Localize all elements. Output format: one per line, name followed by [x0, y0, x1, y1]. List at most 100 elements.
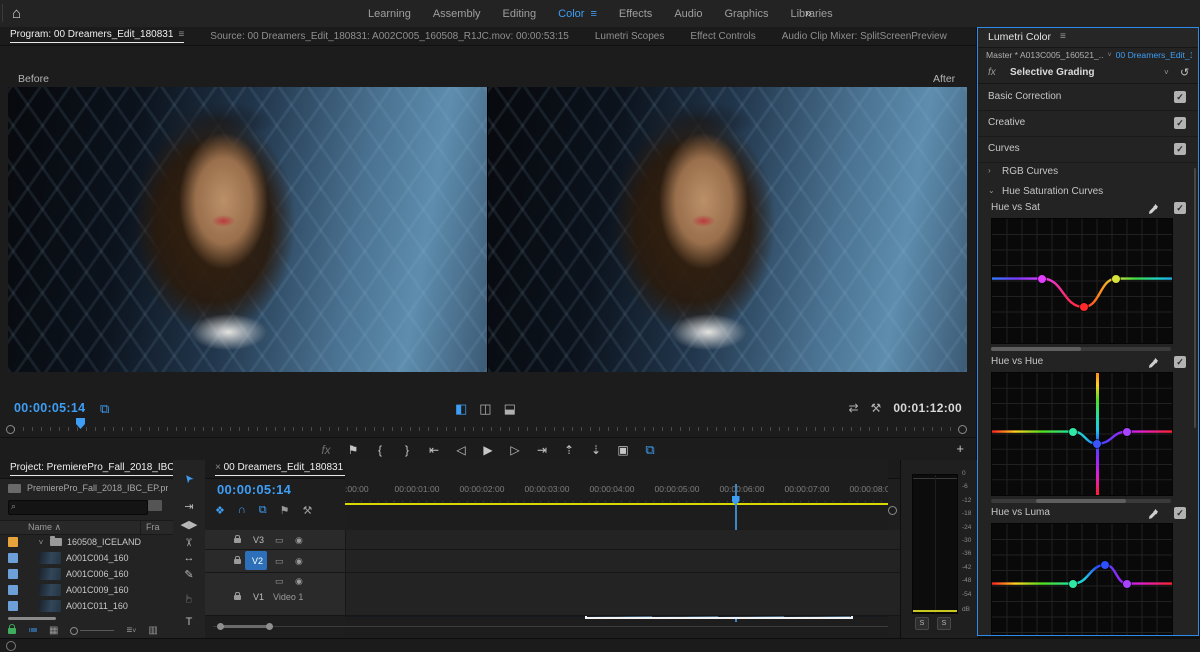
twirl-down-icon[interactable]: ˅	[37, 538, 45, 547]
hand-tool[interactable]: ☞	[173, 592, 205, 605]
section-enable-checkbox[interactable]	[1174, 91, 1186, 103]
ruler-zoom-handle[interactable]	[888, 506, 897, 515]
list-view-icon[interactable]: ≔	[28, 625, 37, 636]
clip-row[interactable]: A001C009_160	[0, 582, 173, 598]
curve-control-point[interactable]	[1080, 303, 1088, 311]
vertical-split-icon[interactable]: ◫	[479, 401, 491, 417]
side-by-side-icon[interactable]: ◧	[455, 401, 467, 417]
lock-icon[interactable]	[234, 559, 241, 564]
workspace-tab-learning[interactable]: Learning	[368, 8, 411, 20]
sequence-clip-name[interactable]: 00 Dreamers_Edit_180831 ..	[1116, 50, 1192, 60]
section-enable-checkbox[interactable]	[1174, 143, 1186, 155]
add-marker-icon[interactable]: ⚑	[280, 504, 290, 517]
workspace-tab-assembly[interactable]: Assembly	[433, 8, 481, 20]
curve-control-point[interactable]	[1038, 275, 1046, 283]
pen-tool[interactable]: ✎	[173, 568, 205, 581]
play-button[interactable]: ▶	[481, 443, 495, 457]
track-v3-label[interactable]: V3	[253, 535, 264, 545]
fx-toggle-button[interactable]: fx	[319, 443, 333, 457]
curve-control-point[interactable]	[1123, 580, 1131, 588]
label-color-chip[interactable]	[8, 585, 18, 595]
item-name[interactable]: A001C006_160	[66, 569, 129, 579]
curve-control-point[interactable]	[1069, 428, 1077, 436]
comparison-view-icon[interactable]: ⧉	[100, 401, 109, 417]
curve-canvas-sat[interactable]	[991, 218, 1173, 344]
monitor-settings-icon[interactable]: ⚒	[871, 401, 882, 415]
export-frame-button[interactable]: ▣	[616, 443, 630, 457]
timeline-timecode[interactable]: 00:00:05:14	[217, 482, 291, 497]
workspace-menu-icon[interactable]: ≡	[590, 8, 596, 20]
item-name[interactable]: A001C011_160	[66, 601, 128, 611]
eyedropper-sat[interactable]	[1148, 203, 1159, 214]
workspace-tab-effects[interactable]: Effects	[619, 8, 652, 20]
curve-scrollbar-sat[interactable]	[991, 347, 1171, 351]
snap-toggle-icon[interactable]: ∩	[238, 504, 246, 517]
lock-icon[interactable]	[234, 595, 241, 600]
close-icon[interactable]: ×	[215, 462, 221, 473]
v1-clip-selected[interactable]: fxA013C005_160521_R1JC.mov_001.mov	[585, 573, 853, 619]
timeline-settings-icon[interactable]: ⚒	[303, 504, 313, 517]
label-color-chip[interactable]	[8, 537, 18, 547]
track-output-eye-icon[interactable]: ◉	[295, 556, 303, 567]
home-icon[interactable]: ⌂	[12, 5, 21, 22]
lock-icon[interactable]	[234, 538, 241, 543]
curve-scrollbar-hue[interactable]	[991, 499, 1171, 503]
go-to-in-button[interactable]: ⇤	[427, 443, 441, 457]
workspace-tab-editing[interactable]: Editing	[503, 8, 537, 20]
track-select-forward-tool[interactable]: ⇥	[173, 500, 205, 513]
curve-canvas-luma[interactable]	[991, 523, 1173, 636]
lift-button[interactable]: ⇡	[562, 443, 576, 457]
selection-tool[interactable]: ➤	[173, 472, 205, 485]
preset-dropdown[interactable]: Selective Grading	[1010, 67, 1094, 78]
solo-left-button[interactable]: S	[915, 617, 929, 630]
twirl-icon[interactable]: ›	[988, 166, 991, 175]
swap-sides-icon[interactable]: ⇄	[848, 401, 858, 415]
extract-button[interactable]: ⇣	[589, 443, 603, 457]
lumetri-section-curves[interactable]: Curves	[978, 136, 1198, 163]
track-v1-label[interactable]: V1	[253, 592, 264, 602]
eyedropper-icon[interactable]	[1148, 203, 1159, 214]
step-back-button[interactable]: ◁	[454, 443, 468, 457]
track-output-eye-icon[interactable]: ◉	[295, 535, 303, 546]
monitor-tab-3[interactable]: Effect Controls	[690, 31, 755, 42]
workspace-overflow-icon[interactable]: »	[805, 6, 812, 20]
track-v2-label[interactable]: V2	[252, 556, 263, 566]
label-color-chip[interactable]	[8, 553, 18, 563]
eyedropper-icon[interactable]	[1148, 508, 1159, 519]
project-hscrollbar[interactable]	[8, 617, 56, 620]
lumetri-clip-selector[interactable]: Master * A013C005_160521_.. ˅ 00 Dreamer…	[986, 50, 1192, 60]
source-patch-icon[interactable]: ▭	[275, 556, 284, 567]
subsection-label[interactable]: RGB Curves	[1002, 166, 1058, 177]
curve-control-point[interactable]	[1069, 580, 1077, 588]
ripple-edit-tool[interactable]: ◀▶	[173, 518, 205, 531]
lumetri-subsection-hue-saturation-curves[interactable]: ⌄Hue Saturation Curves	[978, 182, 1198, 202]
section-label[interactable]: Basic Correction	[988, 91, 1061, 102]
monitor-tab-4[interactable]: Audio Clip Mixer: SplitScreenPreview	[782, 31, 947, 42]
timeline-ruler[interactable]: :00:0000:00:01:0000:00:02:0000:00:03:000…	[345, 482, 888, 502]
track-v1-name[interactable]: Video 1	[273, 592, 303, 602]
go-to-out-button[interactable]: ⇥	[535, 443, 549, 457]
solo-right-button[interactable]: S	[937, 617, 951, 630]
eyedropper-hue[interactable]	[1148, 357, 1159, 368]
sequence-tab[interactable]: × 00 Dreamers_Edit_180831 ≡	[215, 462, 357, 476]
monitor-zoom-handle-right[interactable]	[958, 425, 967, 434]
nest-toggle-icon[interactable]: ❖	[215, 504, 225, 517]
linked-selection-toggle-icon[interactable]: ⧉	[259, 504, 267, 517]
section-enable-checkbox[interactable]	[1174, 117, 1186, 129]
v1-clip[interactable]: fxA01	[855, 573, 888, 617]
bin-row[interactable]: ˅160508_ICELAND	[0, 534, 173, 550]
curve-control-point[interactable]	[1123, 428, 1131, 436]
sort-icon[interactable]: ≡˅	[126, 625, 136, 636]
monitor-tab-1[interactable]: Source: 00 Dreamers_Edit_180831: A002C00…	[210, 31, 569, 42]
project-column-headers[interactable]: Name ∧ Fra	[0, 520, 173, 535]
lumetri-section-basic-correction[interactable]: Basic Correction	[978, 84, 1198, 111]
lumetri-subsection-rgb-curves[interactable]: › RGB Curves	[978, 162, 1198, 182]
add-marker-button[interactable]: ⚑	[346, 443, 360, 457]
type-tool[interactable]: T	[173, 616, 205, 628]
item-name[interactable]: A001C004_160	[66, 553, 129, 563]
icon-view-icon[interactable]: ▦	[49, 625, 58, 636]
curve-canvas-hue[interactable]	[991, 372, 1173, 496]
section-label[interactable]: Creative	[988, 117, 1025, 128]
horizontal-split-icon[interactable]: ⬓	[504, 401, 516, 417]
curve-enable-checkbox-luma[interactable]	[1174, 507, 1186, 519]
